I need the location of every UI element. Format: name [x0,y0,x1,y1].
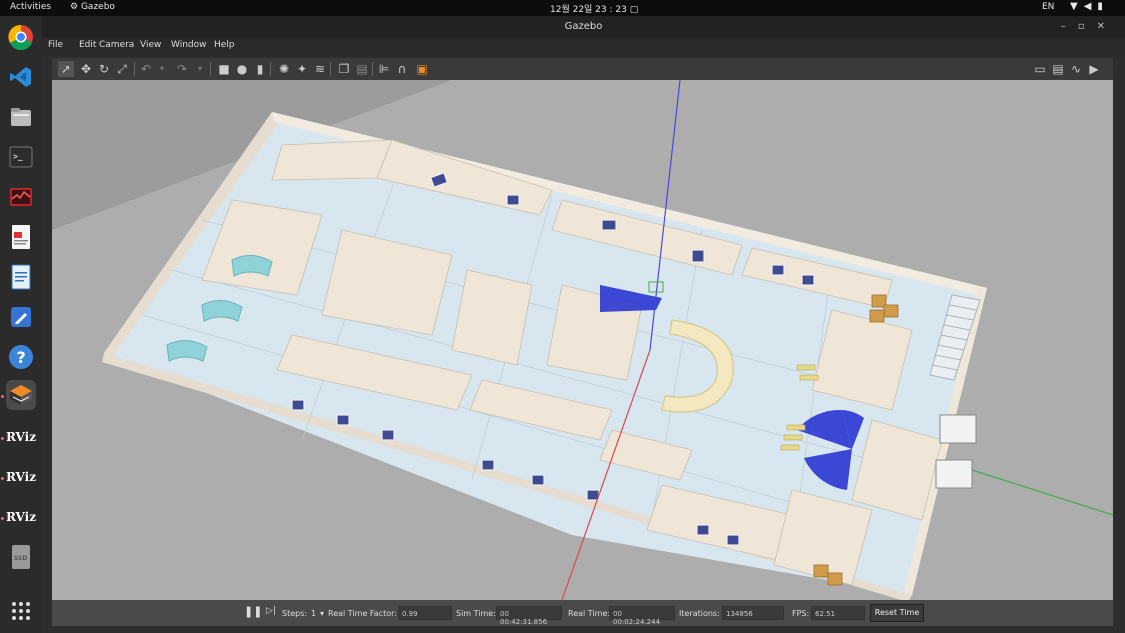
iterations-value: 134856 [722,606,784,620]
running-indicator [1,477,4,480]
rviz-label: RViz [5,510,37,524]
point-light-icon[interactable]: ✺ [276,61,292,77]
rotate-mode-icon[interactable]: ↻ [96,61,112,77]
svg-text:>_: >_ [13,152,23,161]
log-icon[interactable]: ▤ [1050,61,1066,77]
sphere-shape-icon[interactable]: ● [234,61,250,77]
app-grid-icon[interactable] [6,596,36,626]
rtf-label: Real Time Factor: [328,609,397,618]
window-titlebar[interactable]: Gazebo –▫✕ [42,16,1125,38]
rviz-icon[interactable]: RViz [6,462,36,492]
directional-light-icon[interactable]: ≋ [312,61,328,77]
toolbar: ➚ ✥ ↻ ⤢ ↶ ▾ ↷ ▾ ■ ● ▮ ✺ ✦ ≋ ❐ ▤ ⊫ ∩ ▣ ▭ … [52,58,1113,80]
redo-icon[interactable]: ↷ [174,61,190,77]
ssd-label: SSD [14,555,27,562]
screenshot-icon[interactable]: ▭ [1032,61,1048,77]
running-indicator [1,437,4,440]
terminal-icon[interactable]: >_ [6,142,36,172]
writer-icon[interactable] [6,262,36,292]
select-mode-icon[interactable]: ➚ [58,61,74,77]
running-indicator [1,395,4,398]
battery-icon: ▮ [1097,1,1109,12]
real-time-label: Real Time: [568,609,611,618]
record-video-icon[interactable]: ▶ [1086,61,1102,77]
iterations-label: Iterations: [679,609,720,618]
steps-dropdown-icon[interactable]: ▾ [320,609,324,618]
menu-window[interactable]: Window [171,40,207,50]
notification-icon: ▢ [629,5,639,15]
vscode-icon[interactable] [6,62,36,92]
change-view-icon[interactable]: ▣ [414,61,430,77]
svg-text:?: ? [17,348,26,367]
close-icon[interactable]: ✕ [1097,21,1117,32]
undo-dropdown-icon[interactable]: ▾ [154,61,170,77]
menubar: File Edit Camera View Window Help [42,38,1125,54]
clock[interactable]: 12월 22일 23 : 23 ▢ [550,2,638,15]
maximize-icon[interactable]: ▫ [1078,21,1097,32]
menu-edit[interactable]: Edit [79,40,96,50]
rviz-label: RViz [5,470,37,484]
system-top-bar: Activities ⚙ Gazebo 12월 22일 23 : 23 ▢ EN… [0,0,1125,16]
rviz-icon[interactable]: RViz [6,422,36,452]
ssd-drive-icon[interactable]: SSD [6,542,36,572]
menu-file[interactable]: File [48,40,63,50]
box-shape-icon[interactable]: ■ [216,61,232,77]
gazebo-icon[interactable] [6,380,36,410]
steps-value[interactable]: 1 [311,609,316,618]
real-time-value: 00 00:02:24.244 [609,606,675,626]
clock-label: 12월 22일 23 : 23 [550,5,627,15]
gazebo-window: Gazebo –▫✕ File Edit Camera View Window … [42,16,1125,633]
sim-time-label: Sim Time: [456,609,496,618]
files-icon[interactable] [6,102,36,132]
menu-view[interactable]: View [140,40,161,50]
system-monitor-icon[interactable] [6,182,36,212]
translate-mode-icon[interactable]: ✥ [78,61,94,77]
gazebo-small-icon: ⚙ [70,2,79,12]
3d-viewport[interactable] [52,80,1113,600]
wifi-icon: ▼ [1070,1,1084,12]
reset-time-button[interactable]: Reset Time [870,604,924,622]
menu-camera[interactable]: Camera [99,40,134,50]
volume-icon: ◀ [1083,1,1098,12]
cylinder-shape-icon[interactable]: ▮ [252,61,268,77]
rviz-icon[interactable]: RViz [6,502,36,532]
copy-icon[interactable]: ❐ [336,61,352,77]
window-title: Gazebo [564,21,603,32]
activities-button[interactable]: Activities [10,2,51,12]
step-icon[interactable]: ▷| [266,606,276,616]
help-icon[interactable]: ? [6,342,36,372]
minimize-icon[interactable]: – [1061,21,1078,32]
input-language[interactable]: EN [1042,2,1054,12]
fps-value: 62.51 [811,606,865,620]
running-indicator [1,517,4,520]
paste-icon[interactable]: ▤ [354,61,370,77]
app-menu[interactable]: ⚙ Gazebo [70,2,115,12]
rviz-label: RViz [5,430,37,444]
rtf-value: 0.99 [398,606,452,620]
system-status-menu[interactable]: ▼◀▮ [1070,1,1109,12]
snap-icon[interactable]: ∩ [394,61,410,77]
fps-label: FPS: [792,609,810,618]
document-viewer-icon[interactable] [6,222,36,252]
align-icon[interactable]: ⊫ [376,61,392,77]
spot-light-icon[interactable]: ✦ [294,61,310,77]
scale-mode-icon[interactable]: ⤢ [114,61,130,77]
simulation-status-bar: ❚❚ ▷| Steps: 1 ▾ Real Time Factor: 0.99 … [52,600,1113,626]
redo-dropdown-icon[interactable]: ▾ [192,61,208,77]
plot-icon[interactable]: ∿ [1068,61,1084,77]
scene-render [52,80,1113,600]
steps-label: Steps: [282,609,308,618]
undo-icon[interactable]: ↶ [138,61,154,77]
dock: >_ ? RViz RViz RViz SSD [0,16,42,633]
chrome-icon[interactable] [6,22,36,52]
app-menu-label: Gazebo [80,2,115,12]
text-editor-icon[interactable] [6,302,36,332]
menu-help[interactable]: Help [214,40,235,50]
sim-time-value: 00 00:42:31.856 [496,606,562,626]
pause-icon[interactable]: ❚❚ [244,605,262,618]
